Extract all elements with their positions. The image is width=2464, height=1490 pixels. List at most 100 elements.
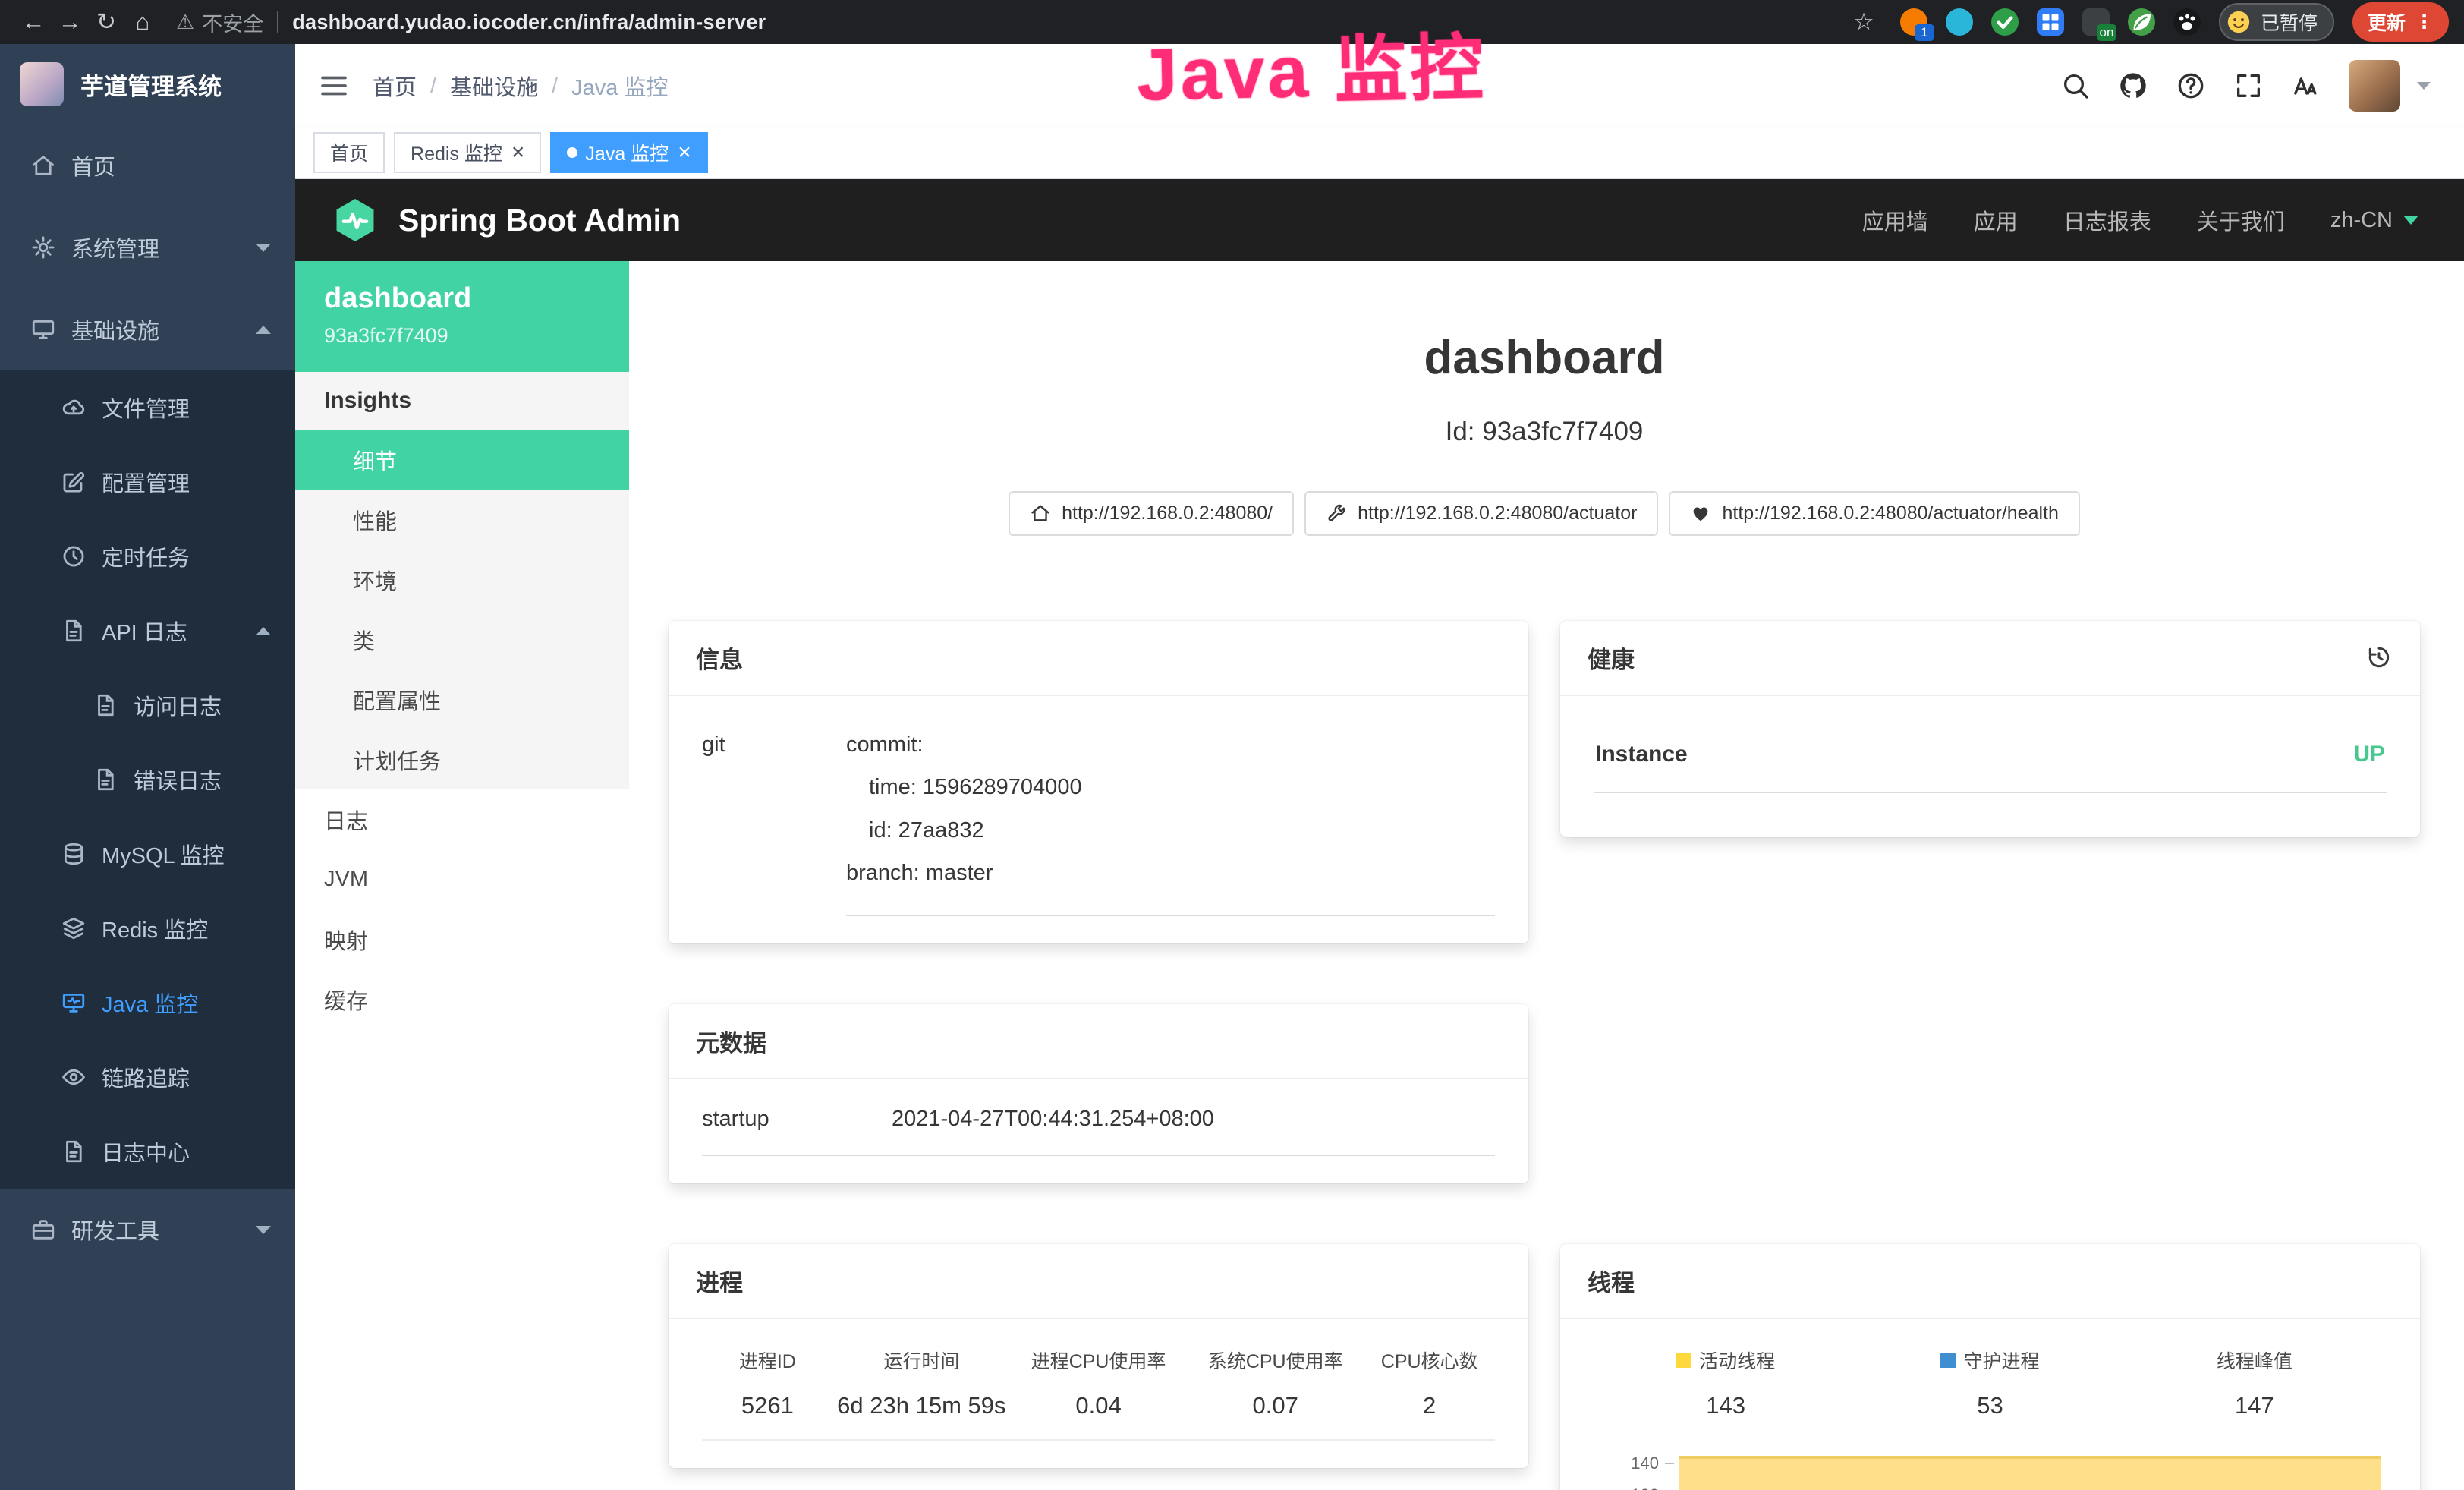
sidebar-item-label: 基础设施: [71, 313, 159, 345]
close-icon[interactable]: ×: [511, 141, 525, 164]
sba-item-mappings[interactable]: 映射: [295, 909, 629, 969]
service-url-link[interactable]: http://192.168.0.2:48080/: [1009, 491, 1294, 536]
help-icon[interactable]: [2176, 71, 2206, 101]
sba-item-performance[interactable]: 性能: [295, 490, 629, 550]
browser-home-icon[interactable]: ⌂: [124, 8, 161, 36]
sba-item-config-props[interactable]: 配置属性: [295, 669, 629, 729]
instance-label: Instance: [1595, 742, 1688, 767]
app-logo[interactable]: 芋道管理系统: [0, 44, 295, 124]
tab-home[interactable]: 首页: [313, 132, 385, 173]
group-label: Insights: [295, 372, 629, 430]
browser-menu-icon[interactable]: ⋮: [2415, 11, 2434, 33]
sidebar-item-error-log[interactable]: 错误日志: [0, 742, 295, 817]
fullscreen-icon[interactable]: [2233, 71, 2264, 101]
sidebar-item-config[interactable]: 配置管理: [0, 445, 295, 519]
tab-java[interactable]: Java 监控 ×: [550, 132, 707, 173]
sidebar-item-infra[interactable]: 基础设施: [0, 288, 295, 370]
git-time-line: time: 1596289704000: [846, 766, 1495, 809]
sidebar-item-home[interactable]: 首页: [0, 124, 295, 206]
metadata-value: 2021-04-27T00:44:31.254+08:00: [892, 1107, 1214, 1132]
profile-chip[interactable]: 已暂停: [2219, 3, 2334, 41]
extension-paw-icon[interactable]: [2173, 8, 2201, 36]
extension-grid-icon[interactable]: [2037, 8, 2064, 36]
info-card: 信息 git commit: time: 1596289704000 id: 2: [669, 621, 1528, 943]
sidebar-item-java[interactable]: Java 监控: [0, 966, 295, 1040]
sidebar-item-file[interactable]: 文件管理: [0, 370, 295, 445]
bookmark-star-icon[interactable]: ☆: [1846, 8, 1882, 36]
sidebar-item-log-center[interactable]: 日志中心: [0, 1114, 295, 1189]
sidebar-item-redis[interactable]: Redis 监控: [0, 891, 295, 966]
sba-item-scheduled[interactable]: 计划任务: [295, 729, 629, 789]
column-header: 进程ID: [702, 1347, 833, 1374]
screen-pulse-icon: [61, 990, 87, 1016]
sba-item-jvm[interactable]: JVM: [295, 849, 629, 909]
cell-value: 0.07: [1187, 1392, 1364, 1419]
sidebar-item-label: 日志中心: [102, 1136, 190, 1167]
tab-redis[interactable]: Redis 监控 ×: [394, 132, 541, 173]
url-text[interactable]: dashboard.yudao.iocoder.cn/infra/admin-s…: [292, 11, 766, 34]
app-title: 芋道管理系统: [80, 68, 222, 102]
sidebar-item-label: Redis 监控: [102, 912, 208, 944]
column-header: 进程CPU使用率: [1010, 1347, 1187, 1374]
sba-item-caches[interactable]: 缓存: [295, 969, 629, 1029]
update-button[interactable]: 更新 ⋮: [2352, 2, 2449, 42]
sidebar-item-access-log[interactable]: 访问日志: [0, 668, 295, 742]
gear-icon: [30, 235, 56, 260]
extension-leaf-icon[interactable]: [2128, 8, 2155, 36]
back-icon[interactable]: ←: [15, 8, 52, 36]
security-label: 不安全: [202, 8, 263, 37]
sidebar-item-mysql[interactable]: MySQL 监控: [0, 817, 295, 891]
extension-switch-icon[interactable]: on: [2082, 8, 2110, 36]
nav-journal[interactable]: 日志报表: [2063, 204, 2151, 236]
extension-drop-icon[interactable]: [1946, 8, 1973, 36]
history-icon[interactable]: [2365, 644, 2393, 671]
locale-selector[interactable]: zh-CN: [2330, 208, 2418, 233]
sba-brand[interactable]: Spring Boot Admin: [330, 195, 681, 245]
instance-header[interactable]: dashboard 93a3fc7f7409: [295, 261, 629, 372]
sidebar-item-trace[interactable]: 链路追踪: [0, 1040, 295, 1114]
home-icon: [1030, 502, 1051, 524]
legend-value: 147: [2123, 1392, 2387, 1419]
admin-menu: 首页 系统管理 基础设施 文件管理: [0, 124, 295, 1271]
breadcrumb-infra[interactable]: 基础设施: [450, 70, 538, 102]
nav-about[interactable]: 关于我们: [2197, 204, 2285, 236]
sidebar-toggle-icon[interactable]: [318, 70, 350, 102]
sba-item-env[interactable]: 环境: [295, 550, 629, 610]
security-indicator[interactable]: ⚠ 不安全: [176, 8, 263, 37]
layers-icon: [61, 915, 87, 941]
sidebar-item-system[interactable]: 系统管理: [0, 206, 295, 288]
link-label: http://192.168.0.2:48080/actuator: [1358, 502, 1637, 524]
smiley-avatar-icon: [2226, 9, 2252, 35]
close-icon[interactable]: ×: [678, 141, 691, 164]
extension-badge: 1: [1915, 24, 1934, 41]
breadcrumb: 首页 / 基础设施 / Java 监控: [373, 70, 668, 102]
avatar-caret-icon: [2417, 82, 2431, 90]
sidebar-item-dev-tools[interactable]: 研发工具: [0, 1189, 295, 1271]
eye-icon: [61, 1064, 87, 1090]
user-avatar[interactable]: [2349, 60, 2400, 112]
sba-item-logs[interactable]: 日志: [295, 789, 629, 849]
github-icon[interactable]: [2118, 71, 2148, 101]
sba-item-details[interactable]: 细节: [295, 430, 629, 490]
home-icon: [30, 153, 56, 178]
breadcrumb-home[interactable]: 首页: [373, 70, 417, 102]
font-size-icon[interactable]: [2291, 71, 2321, 101]
forward-icon[interactable]: →: [52, 8, 88, 36]
sidebar-item-job[interactable]: 定时任务: [0, 519, 295, 594]
y-axis-tick: 120: [1594, 1485, 1659, 1490]
sidebar-item-api-log[interactable]: API 日志: [0, 594, 295, 668]
nav-wallboard[interactable]: 应用墙: [1862, 204, 1928, 236]
sba-item-classes[interactable]: 类: [295, 610, 629, 669]
extension-orange-icon[interactable]: 1: [1900, 8, 1927, 36]
threads-legend: 活动线程 143 守护进程: [1594, 1347, 2387, 1419]
sidebar-item-label: 系统管理: [71, 232, 159, 263]
nav-applications[interactable]: 应用: [1974, 204, 2018, 236]
cell-value: 0.04: [1010, 1392, 1187, 1419]
actuator-url-link[interactable]: http://192.168.0.2:48080/actuator: [1304, 491, 1658, 536]
reload-icon[interactable]: ↻: [88, 8, 124, 36]
health-url-link[interactable]: http://192.168.0.2:48080/actuator/health: [1669, 491, 2079, 536]
git-commit-line: commit:: [846, 723, 1495, 767]
extension-check-icon[interactable]: [1991, 8, 2019, 36]
tags-view-bar: 首页 Redis 监控 × Java 监控 ×: [295, 128, 2464, 179]
search-icon[interactable]: [2060, 71, 2091, 101]
